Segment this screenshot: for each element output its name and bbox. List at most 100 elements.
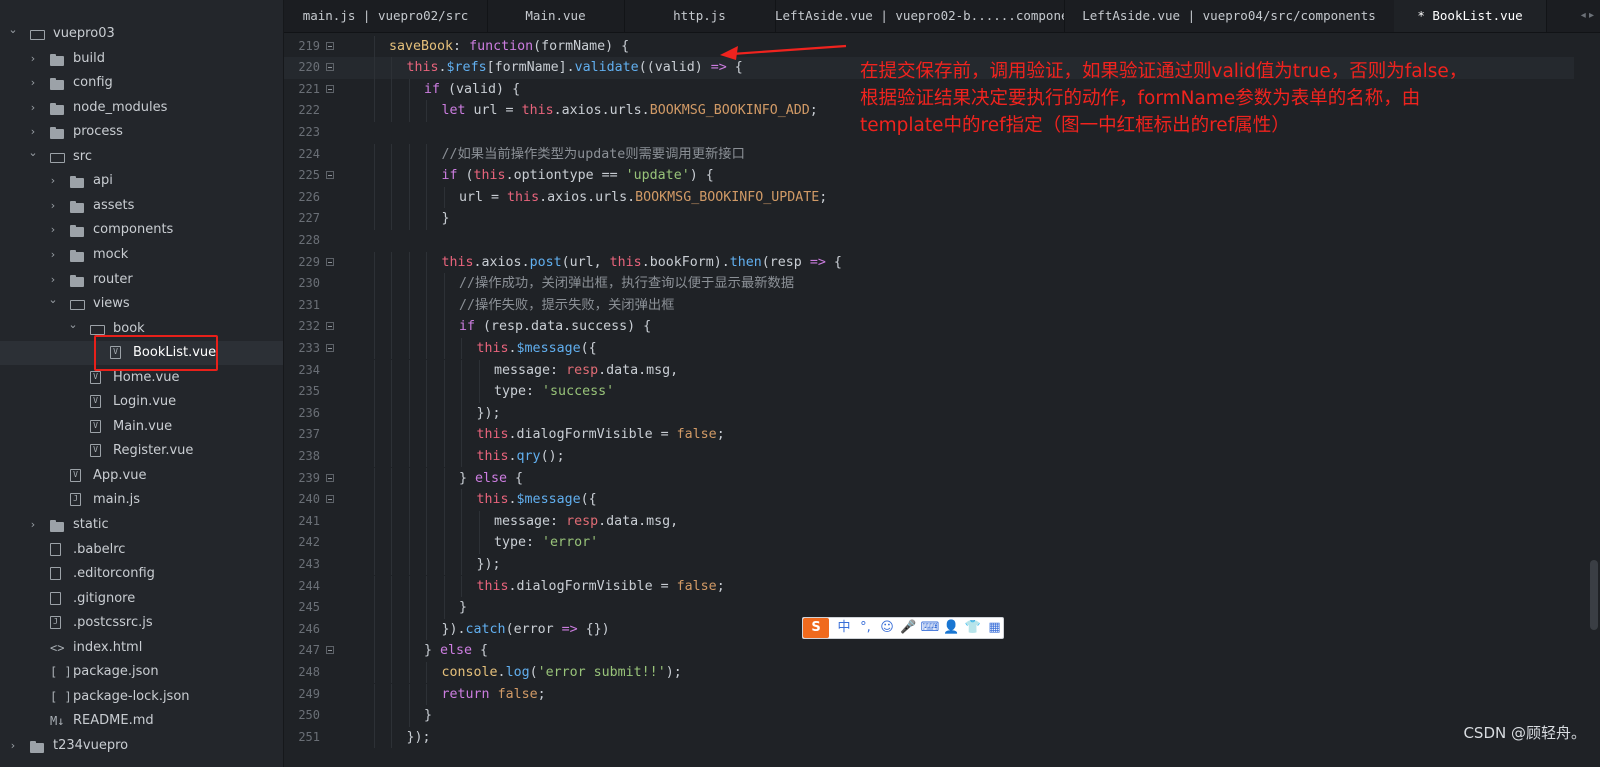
chevron-right-icon[interactable]: › xyxy=(48,218,58,242)
ime-toolbar[interactable]: S 中 °, ☺ 🎤 ⌨ 👤 👕 ▦ xyxy=(802,617,1004,639)
tree-item[interactable]: › static xyxy=(0,513,283,537)
chevron-right-icon[interactable]: › xyxy=(48,243,58,267)
tree-item[interactable]: V App.vue xyxy=(0,464,283,488)
code-editor[interactable]: 219 saveBook: function(formName) {220 this… xyxy=(284,33,1600,767)
code-line[interactable]: 224 //如果当前操作类型为update则需要调用更新接口 xyxy=(284,143,1574,166)
tree-item[interactable]: ⌄ views xyxy=(0,292,283,316)
chevron-right-icon[interactable]: › xyxy=(28,513,38,537)
code-line[interactable]: 230 //操作成功，关闭弹出框，执行查询以便于显示最新数据 xyxy=(284,273,1574,295)
code-line[interactable]: 249 return false; xyxy=(284,683,1574,706)
tab-scroll-arrows[interactable]: ◂ ▸ xyxy=(1581,0,1594,32)
vertical-scrollbar[interactable] xyxy=(1586,33,1600,767)
code-line[interactable]: 227} xyxy=(284,208,1574,230)
tree-item[interactable]: ⌄ vuepro03 xyxy=(0,22,283,46)
fold-toggle-icon[interactable] xyxy=(326,171,334,180)
ime-logo-icon[interactable]: S xyxy=(803,618,829,638)
code-line[interactable]: 239} else { xyxy=(284,467,1574,490)
code-line[interactable]: 244 this.dialogFormVisible = false; xyxy=(284,575,1574,598)
code-line[interactable]: 232 if (resp.data.success) { xyxy=(284,316,1574,338)
code-line[interactable]: 228 xyxy=(284,230,1574,252)
chevron-right-icon[interactable]: › xyxy=(28,96,38,120)
chevron-right-icon[interactable]: › xyxy=(28,47,38,71)
tree-item[interactable]: V Main.vue xyxy=(0,415,283,439)
chevron-down-icon[interactable]: ⌄ xyxy=(48,288,58,312)
tree-item[interactable]: [ ] package-lock.json xyxy=(0,685,283,709)
fold-toggle-icon[interactable] xyxy=(326,495,334,504)
code-line[interactable]: 240 this.$message({ xyxy=(284,489,1574,511)
fold-toggle-icon[interactable] xyxy=(326,41,334,50)
code-line[interactable]: 219 saveBook: function(formName) { xyxy=(284,35,1574,58)
code-line[interactable]: 247} else { xyxy=(284,640,1574,662)
code-line[interactable]: 225 if (this.optiontype == 'update') { xyxy=(284,165,1574,187)
tree-item[interactable]: Jmain.js xyxy=(0,488,283,512)
code-line[interactable]: 234 message: resp.data.msg, xyxy=(284,359,1574,382)
scrollbar-thumb[interactable] xyxy=(1590,560,1598,630)
chevron-right-icon[interactable]: › xyxy=(48,169,58,193)
code-line[interactable]: 235 type: 'success' xyxy=(284,381,1574,403)
ime-emoji-icon[interactable]: ☺ xyxy=(877,618,897,638)
editor-tab[interactable]: LeftAside.vue | vuepro04/src/components xyxy=(1064,0,1395,32)
code-line[interactable]: 236}); xyxy=(284,402,1574,425)
editor-tab[interactable]: LeftAside.vue | vuepro02-b......componen… xyxy=(775,0,1065,32)
ime-keyboard-icon[interactable]: ⌨ xyxy=(920,618,940,638)
chevron-down-icon[interactable]: ⌄ xyxy=(68,313,78,337)
tree-item[interactable]: [ ] package.json xyxy=(0,660,283,684)
code-line[interactable]: 243}); xyxy=(284,553,1574,576)
fold-toggle-icon[interactable] xyxy=(326,322,334,331)
fold-toggle-icon[interactable] xyxy=(326,646,334,655)
tree-item[interactable]: V Register.vue xyxy=(0,439,283,463)
editor-tab[interactable]: * BookList.vue xyxy=(1394,0,1547,32)
tree-item[interactable]: › t234vuepro xyxy=(0,734,283,758)
tree-item[interactable]: .babelrc xyxy=(0,538,283,562)
ime-skin-icon[interactable]: 👕 xyxy=(963,618,983,638)
tree-item[interactable]: ⌄ src xyxy=(0,145,283,169)
tree-item[interactable]: › process xyxy=(0,120,283,144)
ime-chinese-mode-icon[interactable]: 中 xyxy=(834,618,854,638)
ime-toolbox-icon[interactable]: ▦ xyxy=(985,618,1005,638)
editor-tab[interactable]: Main.vue xyxy=(487,0,625,32)
fold-toggle-icon[interactable] xyxy=(326,63,334,72)
chevron-right-icon[interactable]: › xyxy=(28,71,38,95)
tree-item[interactable]: › router xyxy=(0,268,283,292)
code-line[interactable]: 229 this.axios.post(url, this.bookForm).t… xyxy=(284,251,1574,274)
tree-item[interactable]: › mock xyxy=(0,243,283,267)
ime-voice-icon[interactable]: 🎤 xyxy=(899,618,919,638)
tree-item[interactable]: › assets xyxy=(0,194,283,218)
chevron-down-icon[interactable]: ⌄ xyxy=(28,141,38,165)
fold-toggle-icon[interactable] xyxy=(326,473,334,482)
code-line[interactable]: 250} xyxy=(284,705,1574,727)
editor-tab[interactable]: http.js xyxy=(624,0,776,32)
tree-item[interactable]: › node_modules xyxy=(0,96,283,120)
tree-item[interactable]: .editorconfig xyxy=(0,562,283,586)
fold-toggle-icon[interactable] xyxy=(326,257,334,266)
tree-item[interactable]: › build xyxy=(0,47,283,71)
ime-punctuation-icon[interactable]: °, xyxy=(856,618,876,638)
code-line[interactable]: 241 message: resp.data.msg, xyxy=(284,510,1574,533)
tree-item[interactable]: M↓ README.md xyxy=(0,709,283,733)
tree-item[interactable]: › api xyxy=(0,169,283,193)
code-line[interactable]: 242 type: 'error' xyxy=(284,532,1574,554)
tree-item[interactable]: › components xyxy=(0,218,283,242)
chevron-down-icon[interactable]: ⌄ xyxy=(8,18,18,42)
chevron-right-icon[interactable]: › xyxy=(8,734,18,758)
fold-toggle-icon[interactable] xyxy=(326,343,334,352)
editor-tab[interactable]: main.js | vuepro02/src xyxy=(284,0,488,32)
code-line[interactable]: 237 this.dialogFormVisible = false; xyxy=(284,424,1574,446)
ime-user-icon[interactable]: 👤 xyxy=(942,618,962,638)
tree-item[interactable]: <> index.html xyxy=(0,636,283,660)
code-line[interactable]: 245} xyxy=(284,597,1574,619)
indent-guide xyxy=(461,575,462,598)
tree-item[interactable]: V Login.vue xyxy=(0,390,283,414)
code-text: } else { xyxy=(424,640,488,662)
code-line[interactable]: 231 //操作失败，提示失败，关闭弹出框 xyxy=(284,294,1574,317)
tree-item[interactable]: .gitignore xyxy=(0,587,283,611)
code-line[interactable]: 226 url = this.axios.urls.BOOKMSG_BOOKINF… xyxy=(284,186,1574,209)
code-line[interactable]: 238 this.qry(); xyxy=(284,445,1574,468)
code-line[interactable]: 251}); xyxy=(284,726,1574,749)
chevron-right-icon[interactable]: › xyxy=(48,194,58,218)
tree-item[interactable]: J .postcssrc.js xyxy=(0,611,283,635)
fold-toggle-icon[interactable] xyxy=(326,84,334,93)
code-line[interactable]: 248 console.log('error submit!!'); xyxy=(284,661,1574,684)
tree-item[interactable]: › config xyxy=(0,71,283,95)
code-line[interactable]: 233 this.$message({ xyxy=(284,337,1574,360)
